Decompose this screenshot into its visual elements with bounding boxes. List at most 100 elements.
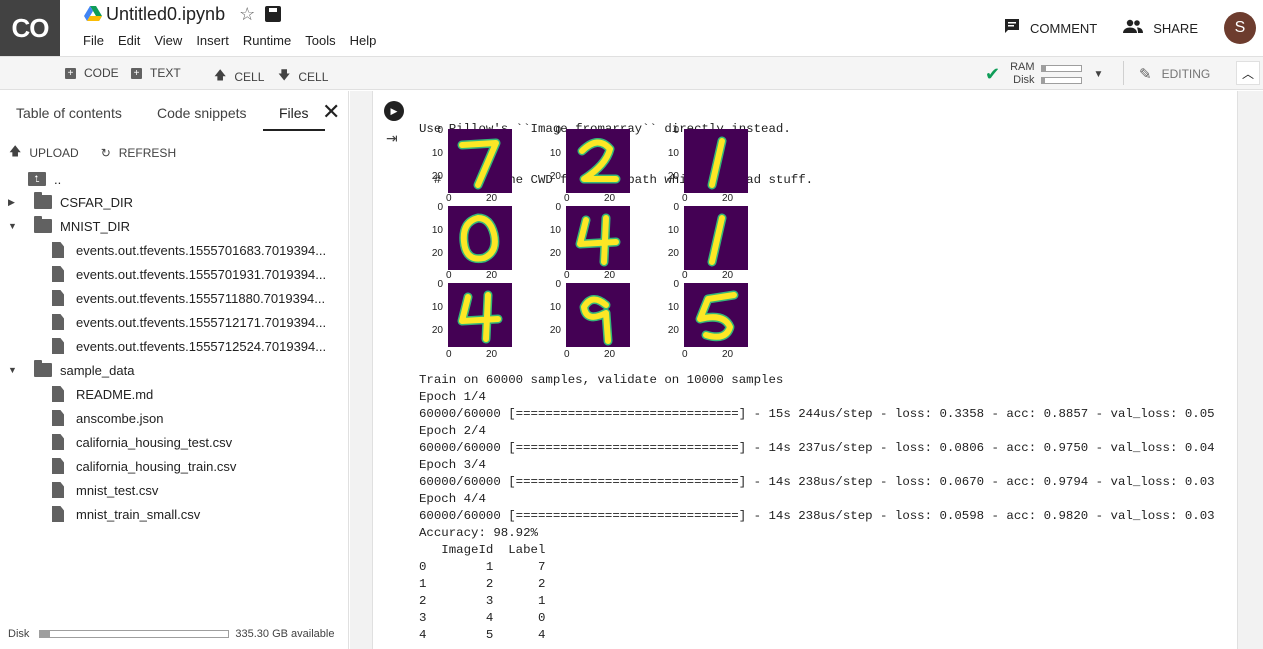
y-tick-label: 10	[667, 302, 679, 313]
share-button[interactable]: SHARE	[1123, 19, 1198, 38]
user-avatar[interactable]: S	[1224, 12, 1256, 44]
tree-item-label: mnist_train_small.csv	[76, 506, 201, 522]
tree-item-sample-data[interactable]: ▼ sample_data	[8, 358, 134, 382]
app-header: CO Untitled0.ipynb ☆ File Edit View Inse…	[0, 0, 1263, 56]
caret-down-icon[interactable]: ▼	[8, 365, 18, 375]
tree-item-file[interactable]: README.md	[52, 382, 153, 406]
x-tick-label: 20	[604, 349, 616, 360]
digit-image-4	[448, 283, 512, 347]
y-tick-label: 0	[437, 279, 443, 290]
code-cell[interactable]: ▶ ⇥ Use Pillow's ``Image.fromarray`` dir…	[372, 91, 1238, 649]
menu-tools[interactable]: Tools	[305, 33, 335, 48]
ram-label: RAM	[1010, 61, 1035, 73]
disk-bar	[1040, 76, 1082, 84]
tab-code-snippets[interactable]: Code snippets	[157, 105, 247, 121]
tree-item-csfar-dir[interactable]: ▶ CSFAR_DIR	[8, 190, 133, 214]
file-icon	[52, 386, 64, 402]
x-tick-label: 0	[682, 349, 688, 360]
collapse-header-button[interactable]: ︿	[1236, 61, 1260, 85]
tree-item-file[interactable]: california_housing_test.csv	[52, 430, 232, 454]
digit-image-7	[448, 129, 512, 193]
tree-item-file[interactable]: events.out.tfevents.1555712524.7019394..…	[52, 334, 326, 358]
training-output-line: 2 3 1	[419, 594, 546, 608]
y-tick-label: 0	[437, 125, 443, 136]
editing-mode-button[interactable]: ✎ EDITING	[1139, 65, 1210, 83]
resource-monitor[interactable]: ✔ RAM Disk ▼	[985, 61, 1103, 87]
digit-image-1	[684, 206, 748, 270]
sidebar: Table of contents Code snippets Files ✕ …	[0, 91, 349, 649]
digit-image-0	[448, 206, 512, 270]
star-icon[interactable]: ☆	[239, 4, 255, 25]
tree-item-file[interactable]: california_housing_train.csv	[52, 454, 236, 478]
ram-bar-fill	[1041, 65, 1047, 71]
save-drive-icon[interactable]	[265, 6, 282, 22]
file-icon	[52, 338, 64, 354]
colab-logo[interactable]: CO	[0, 0, 60, 56]
add-code-cell-button[interactable]: + CODE	[65, 66, 119, 80]
menu-view[interactable]: View	[154, 33, 182, 48]
clear-output-icon[interactable]: ⇥	[386, 130, 398, 147]
tree-item-file[interactable]: events.out.tfevents.1555701931.7019394..…	[52, 262, 326, 286]
cell-down-label: CELL	[298, 69, 329, 84]
cell-up-label: CELL	[234, 69, 265, 84]
tree-item-label: CSFAR_DIR	[60, 194, 133, 210]
tree-item-file[interactable]: anscombe.json	[52, 406, 163, 430]
caret-down-icon[interactable]: ▼	[8, 221, 18, 231]
tree-item-label: MNIST_DIR	[60, 218, 131, 234]
x-tick-label: 20	[722, 270, 734, 279]
upload-icon: 🡅	[9, 144, 22, 158]
upload-button[interactable]: 🡅 UPLOAD	[9, 142, 79, 163]
run-cell-button[interactable]: ▶	[384, 101, 404, 121]
menu-bar: File Edit View Insert Runtime Tools Help	[83, 33, 390, 48]
notebook-title[interactable]: Untitled0.ipynb	[106, 4, 225, 25]
menu-edit[interactable]: Edit	[118, 33, 140, 48]
menu-file[interactable]: File	[83, 33, 104, 48]
add-text-label: TEXT	[150, 66, 181, 80]
y-tick-label: 20	[431, 325, 443, 336]
close-icon[interactable]: ✕	[322, 99, 340, 125]
caret-right-icon[interactable]: ▶	[8, 197, 18, 208]
digit-glyph	[575, 213, 621, 267]
y-tick-label: 10	[549, 148, 561, 159]
file-icon	[52, 266, 64, 282]
x-tick-label: 20	[486, 193, 498, 202]
menu-insert[interactable]: Insert	[196, 33, 229, 48]
refresh-button[interactable]: ↻ REFRESH	[101, 142, 176, 163]
tab-table-of-contents[interactable]: Table of contents	[16, 105, 122, 121]
tree-item-file[interactable]: events.out.tfevents.1555701683.7019394..…	[52, 238, 326, 262]
tree-item-file[interactable]: events.out.tfevents.1555711880.7019394..…	[52, 286, 325, 310]
training-output-line: Epoch 1/4	[419, 390, 486, 404]
notebook-scrollbar[interactable]	[1238, 91, 1263, 649]
tree-item-file[interactable]: events.out.tfevents.1555712171.7019394..…	[52, 310, 326, 334]
plus-icon: +	[131, 67, 142, 79]
digit-image-1	[684, 129, 748, 193]
chevron-down-icon[interactable]: ▼	[1094, 69, 1104, 80]
menu-runtime[interactable]: Runtime	[243, 33, 291, 48]
tree-item-mnist-dir[interactable]: ▼ MNIST_DIR	[8, 214, 130, 238]
tree-item-file[interactable]: mnist_test.csv	[52, 478, 158, 502]
digit-glyph	[577, 138, 621, 184]
move-cell-up-button[interactable]: 🡅 CELL	[214, 66, 264, 87]
digit-glyph	[457, 290, 503, 344]
move-cell-down-button[interactable]: 🡇 CELL	[278, 66, 328, 87]
training-output-line: 60000/60000 [===========================…	[419, 441, 1215, 455]
tab-files[interactable]: Files	[279, 105, 309, 121]
file-icon	[52, 434, 64, 450]
tree-item-label: california_housing_test.csv	[76, 434, 233, 450]
training-output-line: ImageId Label	[419, 543, 546, 557]
tree-item-parent[interactable]: ⮤ ..	[28, 167, 61, 191]
add-text-cell-button[interactable]: + TEXT	[131, 66, 181, 80]
google-drive-icon[interactable]	[84, 6, 102, 22]
comment-button[interactable]: COMMENT	[1004, 18, 1097, 39]
tree-item-file[interactable]: mnist_train_small.csv	[52, 502, 200, 526]
digit-glyph	[707, 213, 727, 267]
menu-help[interactable]: Help	[350, 33, 377, 48]
tree-item-label: sample_data	[60, 362, 135, 378]
pencil-icon: ✎	[1139, 66, 1152, 83]
y-tick-label: 0	[673, 202, 679, 213]
tree-item-label: events.out.tfevents.1555712171.7019394..…	[76, 314, 327, 330]
people-icon	[1123, 19, 1144, 38]
resource-labels: RAM Disk	[1010, 61, 1034, 87]
digit-image-5	[684, 283, 748, 347]
x-tick-label: 0	[446, 270, 452, 279]
